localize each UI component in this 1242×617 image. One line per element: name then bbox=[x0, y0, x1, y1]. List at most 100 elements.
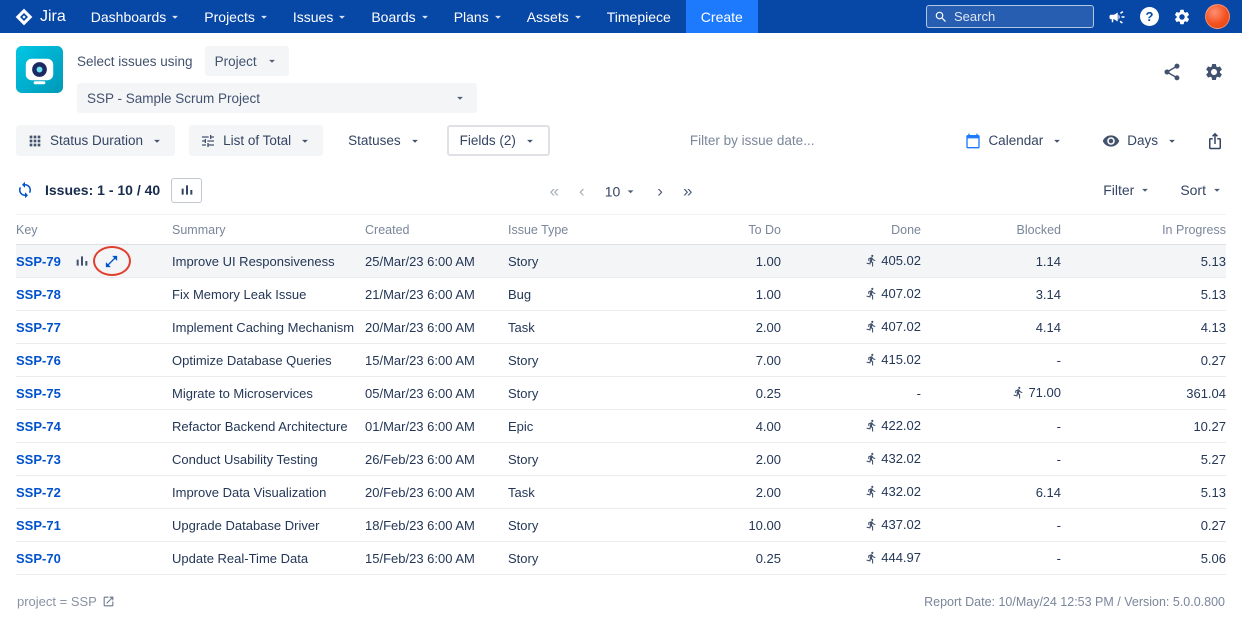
nav-item-dashboards[interactable]: Dashboards bbox=[80, 0, 194, 33]
cell-issue-type: Task bbox=[508, 475, 640, 509]
nav-item-boards[interactable]: Boards bbox=[360, 0, 442, 33]
column-header-to-do[interactable]: To Do bbox=[640, 214, 781, 245]
issue-key-link[interactable]: SSP-76 bbox=[16, 353, 74, 368]
fields-select[interactable]: Fields (2) bbox=[446, 125, 550, 156]
table-row[interactable]: SSP-71 Upgrade Database Driver 18/Feb/23 6… bbox=[16, 508, 1226, 542]
table-row[interactable]: SSP-72 Improve Data Visualization 20/Feb/2… bbox=[16, 475, 1226, 509]
issue-key-link[interactable]: SSP-71 bbox=[16, 518, 74, 533]
table-row[interactable]: SSP-74 Refactor Backend Architecture 01/Ma… bbox=[16, 409, 1226, 443]
row-chart-button[interactable] bbox=[74, 253, 90, 269]
page-size-value: 10 bbox=[604, 183, 621, 199]
column-header-done[interactable]: Done bbox=[781, 214, 921, 245]
column-header-summary[interactable]: Summary bbox=[172, 214, 365, 245]
issue-date-filter-input[interactable]: Filter by issue date... bbox=[564, 133, 941, 148]
issue-key-link[interactable]: SSP-72 bbox=[16, 485, 74, 500]
table-row[interactable]: SSP-75 Migrate to Microservices 05/Mar/23 … bbox=[16, 376, 1226, 410]
refresh-icon[interactable] bbox=[16, 181, 34, 199]
nav-item-label: Projects bbox=[204, 8, 255, 25]
time-unit-select[interactable]: Days bbox=[1091, 125, 1190, 156]
cell-summary: Improve UI Responsiveness bbox=[172, 244, 365, 278]
column-header-issue-type[interactable]: Issue Type bbox=[508, 214, 640, 245]
column-header-key[interactable]: Key bbox=[16, 214, 172, 245]
list-controls-right: Filter Sort bbox=[1103, 182, 1224, 198]
announcement-icon[interactable] bbox=[1108, 8, 1126, 26]
chevron-down-icon bbox=[168, 10, 182, 24]
view-mode-value: List of Total bbox=[223, 133, 292, 148]
cell-blocked: - bbox=[921, 409, 1061, 443]
create-button[interactable]: Create bbox=[685, 0, 758, 33]
runner-icon bbox=[865, 485, 878, 498]
first-page-button[interactable]: « bbox=[550, 183, 559, 200]
chevron-down-icon bbox=[298, 134, 312, 148]
calendar-label: Calendar bbox=[988, 133, 1044, 148]
nav-item-plans[interactable]: Plans bbox=[443, 0, 516, 33]
cell-to-do: 10.00 bbox=[640, 508, 781, 542]
row-expand-button[interactable] bbox=[92, 246, 131, 276]
last-page-button[interactable]: » bbox=[683, 183, 692, 200]
issue-key-link[interactable]: SSP-70 bbox=[16, 551, 74, 566]
cell-done: 415.02 bbox=[781, 343, 921, 377]
table-row[interactable]: SSP-70 Update Real-Time Data 15/Feb/23 6:0… bbox=[16, 541, 1226, 575]
fields-label: Fields (2) bbox=[459, 133, 516, 148]
issue-key-link[interactable]: SSP-74 bbox=[16, 419, 74, 434]
prev-page-button[interactable]: ‹ bbox=[579, 183, 585, 200]
column-header-blocked[interactable]: Blocked bbox=[921, 214, 1061, 245]
next-page-button[interactable]: › bbox=[657, 183, 663, 200]
report-type-select[interactable]: Status Duration bbox=[16, 125, 176, 156]
search-box[interactable] bbox=[926, 5, 1094, 28]
nav-item-timepiece[interactable]: Timepiece bbox=[596, 0, 682, 33]
cell-blocked: 71.00 bbox=[921, 376, 1061, 410]
issue-source-mode-select[interactable]: Project bbox=[204, 46, 289, 76]
table-row[interactable]: SSP-79 Improve UI Responsiveness 25/Mar/23… bbox=[16, 244, 1226, 278]
filter-button[interactable]: Filter bbox=[1103, 182, 1152, 198]
nav-item-assets[interactable]: Assets bbox=[516, 0, 596, 33]
view-mode-select[interactable]: List of Total bbox=[189, 125, 324, 156]
cell-created: 25/Mar/23 6:00 AM bbox=[365, 244, 508, 278]
nav-menu: Dashboards Projects Issues Boards Plans Asset… bbox=[80, 0, 682, 33]
column-header-in-progress[interactable]: In Progress bbox=[1061, 214, 1226, 245]
sort-button[interactable]: Sort bbox=[1180, 182, 1224, 198]
statuses-select[interactable]: Statuses bbox=[337, 125, 433, 156]
table-row[interactable]: SSP-76 Optimize Database Queries 15/Mar/23… bbox=[16, 343, 1226, 377]
cell-key: SSP-76 bbox=[16, 343, 172, 377]
cell-done: 405.02 bbox=[781, 244, 921, 278]
nav-settings-icon[interactable] bbox=[1173, 8, 1191, 26]
export-icon[interactable] bbox=[1206, 132, 1224, 150]
chevron-down-icon bbox=[1210, 183, 1224, 197]
share-icon[interactable] bbox=[1162, 62, 1182, 82]
cell-key: SSP-71 bbox=[16, 508, 172, 542]
cell-summary: Implement Caching Mechanism bbox=[172, 310, 365, 344]
issue-key-link[interactable]: SSP-79 bbox=[16, 254, 74, 269]
table-row[interactable]: SSP-77 Implement Caching Mechanism 20/Mar/… bbox=[16, 310, 1226, 344]
calendar-icon bbox=[965, 133, 981, 149]
chart-view-button[interactable] bbox=[171, 177, 203, 203]
avatar[interactable] bbox=[1205, 4, 1230, 29]
nav-item-projects[interactable]: Projects bbox=[193, 0, 282, 33]
cell-to-do: 2.00 bbox=[640, 475, 781, 509]
calendar-select[interactable]: Calendar bbox=[954, 125, 1075, 156]
chevron-down-icon bbox=[418, 10, 432, 24]
table-row[interactable]: SSP-73 Conduct Usability Testing 26/Feb/23… bbox=[16, 442, 1226, 476]
search-input[interactable] bbox=[954, 9, 1086, 24]
issue-key-link[interactable]: SSP-78 bbox=[16, 287, 74, 302]
chevron-down-icon bbox=[491, 10, 505, 24]
report-settings-icon[interactable] bbox=[1204, 62, 1224, 82]
issue-key-link[interactable]: SSP-77 bbox=[16, 320, 74, 335]
nav-item-label: Plans bbox=[453, 8, 489, 25]
cell-created: 20/Mar/23 6:00 AM bbox=[365, 310, 508, 344]
table-row[interactable]: SSP-78 Fix Memory Leak Issue 21/Mar/23 6:0… bbox=[16, 277, 1226, 311]
issue-key-link[interactable]: SSP-73 bbox=[16, 452, 74, 467]
column-header-created[interactable]: Created bbox=[365, 214, 508, 245]
issue-key-link[interactable]: SSP-75 bbox=[16, 386, 74, 401]
page-size-select[interactable]: 10 bbox=[605, 183, 638, 199]
cell-key: SSP-75 bbox=[16, 376, 172, 410]
help-icon[interactable]: ? bbox=[1140, 7, 1159, 26]
jira-home-link[interactable]: Jira bbox=[14, 7, 66, 27]
project-select[interactable]: SSP - Sample Scrum Project bbox=[77, 83, 477, 113]
jira-logo-icon bbox=[14, 7, 34, 27]
nav-item-issues[interactable]: Issues bbox=[282, 0, 360, 33]
cell-in-progress: 0.27 bbox=[1061, 343, 1226, 377]
runner-icon bbox=[865, 518, 878, 531]
report-type-value: Status Duration bbox=[50, 133, 144, 148]
jql-link[interactable]: project = SSP bbox=[17, 594, 115, 609]
